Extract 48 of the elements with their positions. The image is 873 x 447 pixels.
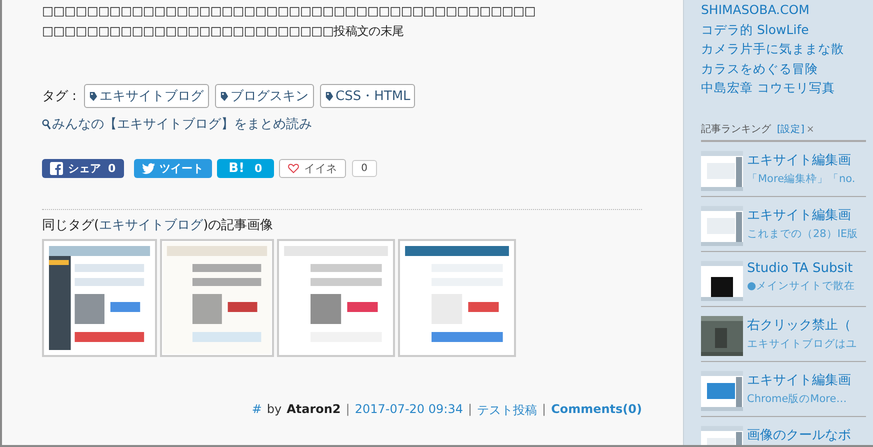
tag-icon [324,90,334,102]
like-share-button[interactable]: イイネ [279,158,346,178]
ranking-article-link[interactable]: 画像のクールなボ [747,426,851,444]
blog-link[interactable]: カラスをめぐる冒険 [701,58,866,78]
separator: | [542,402,546,418]
article-excerpt: 「More編集枠」「no. [747,172,856,186]
footer-link[interactable]: # [252,402,262,418]
ranking-article-link[interactable]: エキサイト編集画 [747,206,858,224]
close-button[interactable]: × [806,124,814,134]
tag-link[interactable]: ブログスキン [214,84,314,108]
blog-link[interactable]: カメラ片手に気ままな散 [701,39,866,58]
facebook-share-button[interactable]: シェア 0 [42,158,124,178]
author-name: Ataron2 [286,402,341,418]
article-excerpt: ●メインサイトで散在 [747,278,856,292]
blog-link[interactable]: 中島宏章 コウモリ写真 [701,78,866,98]
article-excerpt: これまでの（28）IE版 [747,226,858,240]
article-excerpt: Chrome版のMore… [747,392,848,406]
tags-label: タグ : [42,88,77,105]
article-excerpt: エキサイトブログはユ [747,336,857,350]
footer-link[interactable]: テスト投稿 [477,402,538,418]
tag-icon [88,90,98,102]
blog-link[interactable]: SHIMASOBA.COM [701,0,866,20]
ranking-article-link[interactable]: 右クリック禁止（ [747,316,857,334]
footer-link[interactable]: 2017-07-20 09:34 [354,402,463,418]
blog-link[interactable]: コデラ的 SlowLife [701,20,866,39]
bird-icon [142,162,155,174]
separator: | [468,402,472,418]
facebook-icon [50,162,63,174]
tag-link[interactable]: CSS・HTML [320,84,416,108]
related-heading: 同じタグ(エキサイトブログ)の記事画像 [42,216,274,234]
heart-icon [288,162,300,174]
search-icon [42,118,51,130]
ranking-title: 記事ランキング [701,122,771,136]
tag-icon [220,90,229,102]
footer-text: by [266,402,282,418]
like-count: 0 [352,160,377,176]
twitter-share-button[interactable]: ツイート [134,158,212,178]
ranking-article-link[interactable]: Studio TA Subsit [747,260,856,276]
ranking-article-link[interactable]: エキサイト編集画 [747,370,851,388]
tag-search-link[interactable]: みんなの【エキサイトブログ】をまとめ読み [42,115,312,133]
tag-link[interactable]: エキサイトブログ [84,84,209,108]
post-text: □□□□□□□□□□□□□□□□□□□□□□□□□□投稿文の末尾 [42,23,405,40]
ranking-article-link[interactable]: エキサイト編集画 [747,150,856,168]
footer-link[interactable]: Comments(0) [551,402,642,418]
post-text: □□□□□□□□□□□□□□□□□□□□□□□□□□□□□□□□□□□□□□□□□□□□ [42,3,536,20]
hatena-share-button[interactable]: B! 0 [216,158,274,178]
separator: | [346,402,350,418]
settings-link[interactable]: [設定] [777,122,804,136]
